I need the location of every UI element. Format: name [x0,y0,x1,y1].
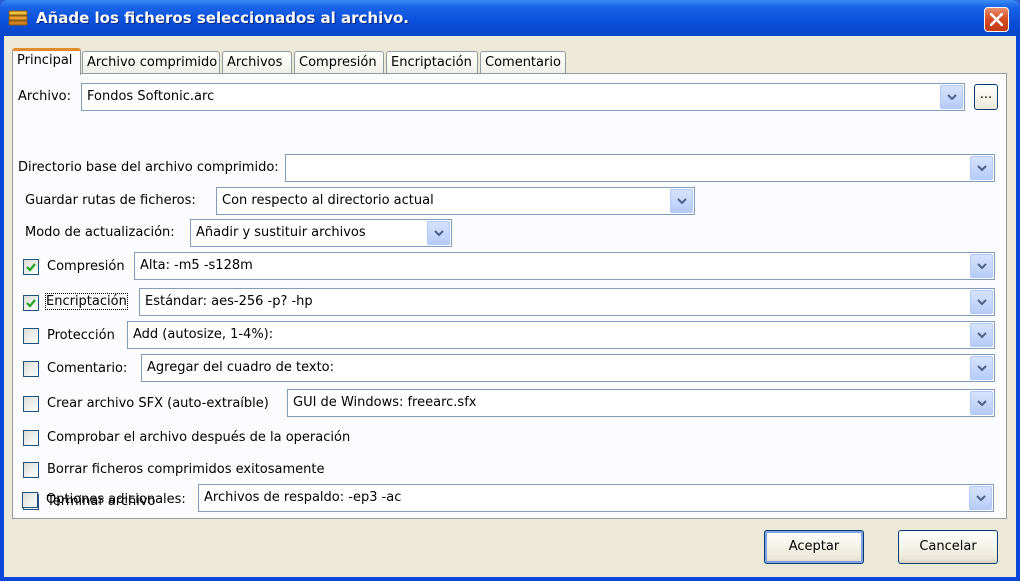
tab-compresion[interactable]: Compresión [294,51,384,73]
checkmark-icon [26,263,36,272]
borrar-checkbox[interactable] [23,462,39,478]
compresion-checkbox[interactable] [23,259,39,275]
chevron-down-icon [977,365,987,372]
tab-comentario[interactable]: Comentario [480,51,566,73]
guardar-rutas-combobox[interactable]: Con respecto al directorio actual [216,187,695,215]
opciones-value: Archivos de respaldo: -ep3 -ac [204,490,402,505]
opciones-combobox[interactable]: Archivos de respaldo: -ep3 -ac [198,484,994,512]
directorio-base-combobox[interactable] [285,154,995,182]
compresion-value: Alta: -m5 -s128m [140,258,253,273]
sfx-combobox[interactable]: GUI de Windows: freearc.sfx [287,389,995,417]
accept-button[interactable]: Aceptar [764,530,864,564]
comprobar-checkbox[interactable] [23,430,39,446]
encriptacion-value: Estándar: aes-256 -p? -hp [145,294,313,309]
encriptacion-label[interactable]: Encriptación [45,293,128,310]
comentario-checkbox[interactable] [23,361,39,377]
modo-actualizacion-combobox[interactable]: Añadir y sustituir archivos [190,219,452,247]
modo-actualizacion-label: Modo de actualización: [25,225,175,240]
opciones-checkbox[interactable] [22,492,38,508]
proteccion-dropdown-button[interactable] [970,323,993,347]
modo-actualizacion-dropdown-button[interactable] [427,221,450,245]
comentario-value: Agregar del cuadro de texto: [147,360,335,375]
sfx-value: GUI de Windows: freearc.sfx [293,395,477,410]
proteccion-combobox[interactable]: Add (autosize, 1-4%): [127,321,995,349]
proteccion-checkbox[interactable] [23,328,39,344]
archivo-label: Archivo: [18,89,71,104]
sfx-checkbox[interactable] [23,396,39,412]
tab-principal[interactable]: Principal [12,48,81,75]
browse-button[interactable]: ... [974,84,998,110]
comprobar-label[interactable]: Comprobar el archivo después de la opera… [47,430,350,445]
chevron-down-icon [977,332,987,339]
guardar-rutas-label: Guardar rutas de ficheros: [25,193,196,208]
comentario-label[interactable]: Comentario: [47,361,127,376]
archivo-value: Fondos Softonic.arc [87,89,215,104]
archivo-combobox[interactable]: Fondos Softonic.arc [81,83,965,111]
close-button[interactable] [984,7,1009,32]
tab-panel-principal: Archivo: Fondos Softonic.arc ... Directo… [12,73,1007,519]
dialog-client-area: Principal Archivo comprimido Archivos Co… [4,36,1016,577]
archivo-dropdown-button[interactable] [940,85,963,109]
dialog-window: Añade los ficheros seleccionados al arch… [0,0,1020,581]
comentario-combobox[interactable]: Agregar del cuadro de texto: [141,354,995,382]
tab-archivo-comprimido[interactable]: Archivo comprimido [82,51,220,73]
guardar-rutas-value: Con respecto al directorio actual [222,193,434,208]
chevron-down-icon [677,198,687,205]
tab-archivos[interactable]: Archivos [222,51,292,73]
chevron-down-icon [434,230,444,237]
chevron-down-icon [977,299,987,306]
modo-actualizacion-value: Añadir y sustituir archivos [196,225,366,240]
title-bar[interactable]: Añade los ficheros seleccionados al arch… [0,0,1020,36]
chevron-down-icon [977,165,987,172]
opciones-dropdown-button[interactable] [969,486,992,510]
encriptacion-combobox[interactable]: Estándar: aes-256 -p? -hp [139,288,995,316]
cancel-button[interactable]: Cancelar [898,530,998,564]
compresion-combobox[interactable]: Alta: -m5 -s128m [134,252,995,280]
proteccion-label[interactable]: Protección [47,328,115,343]
archive-icon [8,10,28,26]
encriptacion-dropdown-button[interactable] [970,290,993,314]
opciones-label[interactable]: Optiones adicionales: [46,492,186,507]
compresion-dropdown-button[interactable] [970,254,993,278]
chevron-down-icon [947,94,957,101]
close-icon [990,13,1003,26]
borrar-label[interactable]: Borrar ficheros comprimidos exitosamente [47,462,325,477]
tab-encriptacion[interactable]: Encriptación [386,51,478,73]
chevron-down-icon [977,263,987,270]
sfx-dropdown-button[interactable] [970,391,993,415]
encriptacion-checkbox[interactable] [23,295,39,311]
sfx-label[interactable]: Crear archivo SFX (auto-extraíble) [47,396,269,411]
comentario-dropdown-button[interactable] [970,356,993,380]
directorio-base-label: Directorio base del archivo comprimido: [18,160,279,175]
directorio-base-dropdown-button[interactable] [970,156,993,180]
guardar-rutas-dropdown-button[interactable] [670,189,693,213]
window-title: Añade los ficheros seleccionados al arch… [36,9,409,27]
chevron-down-icon [976,495,986,502]
compresion-label[interactable]: Compresión [47,259,125,274]
chevron-down-icon [977,400,987,407]
checkmark-icon [26,299,36,308]
proteccion-value: Add (autosize, 1-4%): [133,327,274,342]
